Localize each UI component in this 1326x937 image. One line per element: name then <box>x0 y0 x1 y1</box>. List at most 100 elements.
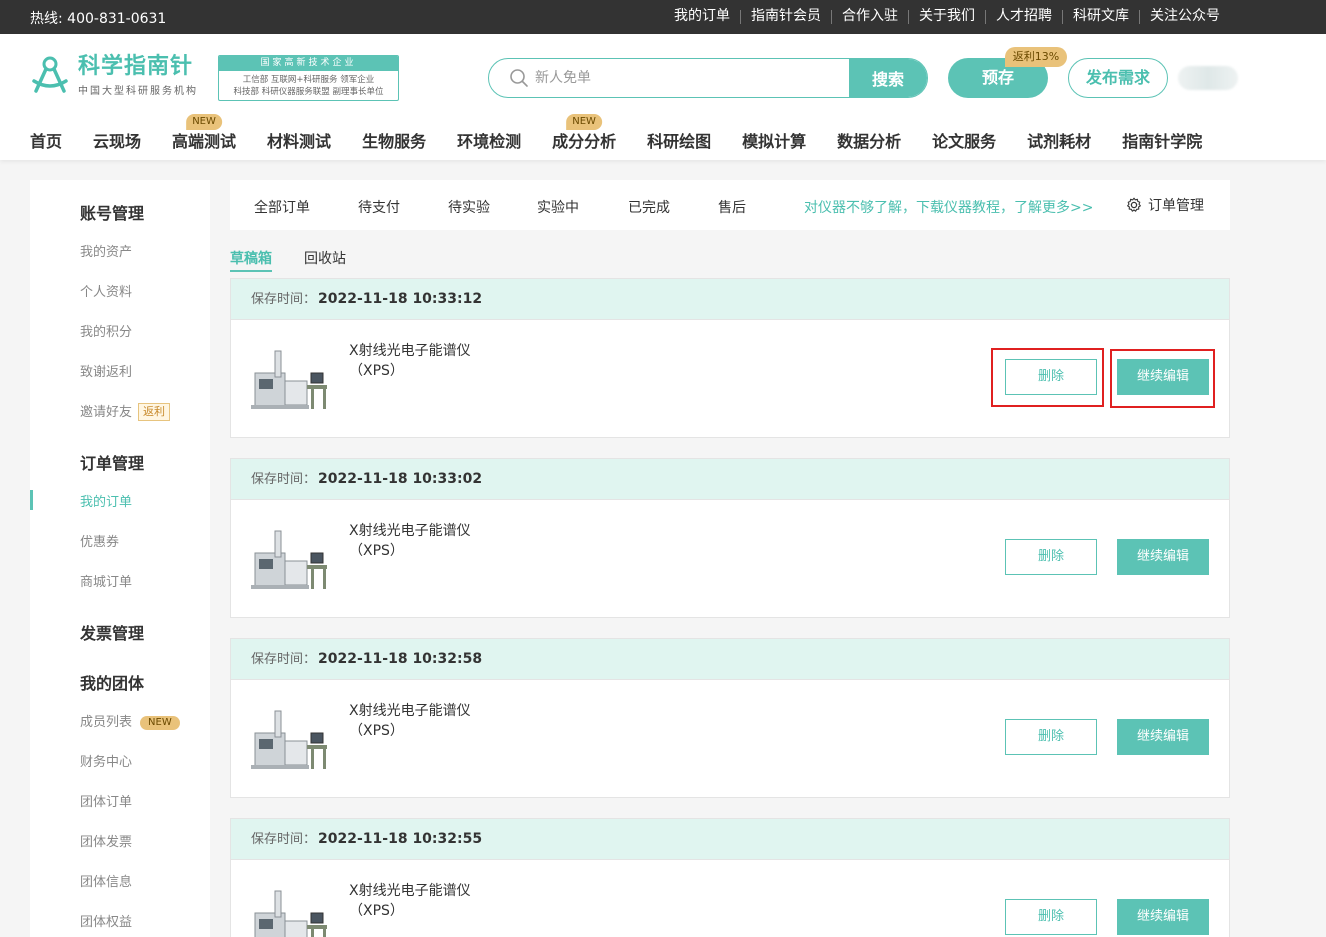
search-input[interactable] <box>535 59 835 97</box>
nav-bio-services[interactable]: 生物服务 <box>362 132 426 152</box>
nav-label: 论文服务 <box>932 132 997 151</box>
tab-after-sales[interactable]: 售后 <box>718 197 746 217</box>
product-name[interactable]: X射线光电子能谱仪 （XPS） <box>349 881 471 921</box>
card-header: 保存时间： 2022-11-18 10:33:12 <box>231 279 1229 320</box>
save-time-label: 保存时间： <box>251 292 317 307</box>
nav-environment[interactable]: 环境检测 <box>457 132 521 152</box>
nav-composition[interactable]: NEW 成分分析 <box>552 114 616 152</box>
nav-paper-services[interactable]: 论文服务 <box>932 132 996 152</box>
logo-main: 科学指南针 <box>78 54 194 79</box>
nav-label: 模拟计算 <box>742 132 807 151</box>
sidebar-item-team-rights[interactable]: 团体权益 <box>80 911 132 930</box>
save-time-label: 保存时间： <box>251 472 317 487</box>
header: 科学指南针 中国大型科研服务机构 国家高新技术企业 工信部 互联网+科研服务 领… <box>0 34 1326 160</box>
tab-all-orders[interactable]: 全部订单 <box>254 197 310 217</box>
logo-text[interactable]: 科学指南针 中国大型科研服务机构 <box>78 54 198 97</box>
continue-edit-button[interactable]: 继续编辑 <box>1117 899 1209 935</box>
instrument-image[interactable] <box>249 525 333 595</box>
top-link-follow[interactable]: 关注公众号 <box>1140 8 1230 25</box>
highlight-box-delete <box>991 348 1104 407</box>
order-management-label: 订单管理 <box>1148 198 1204 214</box>
nav-academy[interactable]: 指南针学院 <box>1122 132 1202 152</box>
nav-label: 材料测试 <box>267 132 332 151</box>
sidebar-item-assets[interactable]: 我的资产 <box>80 241 132 260</box>
nav-cloud-live[interactable]: 云现场 <box>93 132 141 152</box>
product-name[interactable]: X射线光电子能谱仪 （XPS） <box>349 521 471 561</box>
search-box: 搜索 <box>488 58 928 98</box>
save-time: 2022-11-18 10:32:58 <box>318 651 483 667</box>
order-tabs: 全部订单 待支付 待实验 实验中 已完成 售后 对仪器不够了解，下载仪器教程，了… <box>230 180 1230 230</box>
continue-edit-button[interactable]: 继续编辑 <box>1117 719 1209 755</box>
tab-pending-experiment[interactable]: 待实验 <box>448 197 490 217</box>
sidebar-item-team-orders[interactable]: 团体订单 <box>80 791 132 810</box>
subtab-recycle-bin[interactable]: 回收站 <box>304 248 346 268</box>
nav-label: 高端测试 <box>172 132 237 151</box>
user-avatar[interactable] <box>1178 66 1238 90</box>
tutorial-link[interactable]: 对仪器不够了解，下载仪器教程，了解更多>> <box>804 197 1093 217</box>
sidebar-item-team-info[interactable]: 团体信息 <box>80 871 132 890</box>
nav-data-analysis[interactable]: 数据分析 <box>837 132 901 152</box>
nav-label: 数据分析 <box>837 132 902 151</box>
nav-drawing[interactable]: 科研绘图 <box>647 132 711 152</box>
nav-reagents[interactable]: 试剂耗材 <box>1027 132 1091 152</box>
logo-sub: 中国大型科研服务机构 <box>78 86 198 97</box>
delete-button[interactable]: 删除 <box>1005 719 1097 755</box>
top-link-library[interactable]: 科研文库 <box>1063 8 1139 25</box>
tab-pending-payment[interactable]: 待支付 <box>358 197 400 217</box>
new-tag: NEW <box>140 716 180 730</box>
product-name[interactable]: X射线光电子能谱仪 （XPS） <box>349 341 471 381</box>
sidebar-item-invite[interactable]: 邀请好友 返利 <box>80 401 171 421</box>
badge-line-1: 工信部 互联网+科研服务 领军企业 <box>242 75 375 85</box>
sidebar-item-mall-orders[interactable]: 商城订单 <box>80 571 132 590</box>
card-header: 保存时间： 2022-11-18 10:32:58 <box>231 639 1229 680</box>
sidebar-item-finance[interactable]: 财务中心 <box>80 751 132 770</box>
order-management-button[interactable]: 订单管理 <box>1126 195 1204 215</box>
instrument-image[interactable] <box>249 705 333 775</box>
product-name[interactable]: X射线光电子能谱仪 （XPS） <box>349 701 471 741</box>
continue-edit-button[interactable]: 继续编辑 <box>1117 539 1209 575</box>
product-code: （XPS） <box>349 723 404 739</box>
tab-completed[interactable]: 已完成 <box>628 197 670 217</box>
instrument-image[interactable] <box>249 345 333 415</box>
delete-button[interactable]: 删除 <box>1005 899 1097 935</box>
nav-high-end-testing[interactable]: NEW 高端测试 <box>172 114 237 152</box>
instrument-image[interactable] <box>249 885 333 937</box>
badge-line-2: 科技部 科研仪器服务联盟 副理事长单位 <box>233 87 384 97</box>
nav-label: 指南针学院 <box>1122 132 1203 151</box>
product-code: （XPS） <box>349 543 404 559</box>
sidebar-item-my-orders[interactable]: 我的订单 <box>80 491 132 510</box>
card-header: 保存时间： 2022-11-18 10:33:02 <box>231 459 1229 500</box>
top-link-partner[interactable]: 合作入驻 <box>832 8 908 25</box>
nav-simulation[interactable]: 模拟计算 <box>742 132 806 152</box>
top-link-my-orders[interactable]: 我的订单 <box>664 8 740 25</box>
subtab-drafts[interactable]: 草稿箱 <box>230 248 272 268</box>
sidebar-item-members[interactable]: 成员列表 NEW <box>80 711 180 730</box>
sidebar-item-coupons[interactable]: 优惠券 <box>80 531 119 550</box>
save-time: 2022-11-18 10:33:02 <box>318 471 483 487</box>
delete-button[interactable]: 删除 <box>1005 539 1097 575</box>
top-link-jobs[interactable]: 人才招聘 <box>986 8 1062 25</box>
tab-in-experiment[interactable]: 实验中 <box>537 197 579 217</box>
main-nav: 首页 云现场 NEW 高端测试 材料测试 生物服务 环境检测 NEW 成分分析 科研… <box>30 114 1233 152</box>
sidebar-item-points[interactable]: 我的积分 <box>80 321 132 340</box>
top-link-membership[interactable]: 指南针会员 <box>741 8 831 25</box>
search-button[interactable]: 搜索 <box>849 59 927 97</box>
nav-label: 试剂耗材 <box>1027 132 1092 151</box>
product-title: X射线光电子能谱仪 <box>349 703 471 719</box>
nav-label: 科研绘图 <box>647 132 712 151</box>
nav-home[interactable]: 首页 <box>30 132 62 152</box>
sidebar-title-account: 账号管理 <box>80 204 145 223</box>
publish-demand-button[interactable]: 发布需求 <box>1068 58 1168 98</box>
compass-logo-icon[interactable] <box>30 55 70 95</box>
sidebar-item-profile[interactable]: 个人资料 <box>80 281 132 300</box>
sidebar-title-invoice[interactable]: 发票管理 <box>80 620 144 644</box>
save-time-label: 保存时间： <box>251 832 317 847</box>
top-link-about[interactable]: 关于我们 <box>909 8 985 25</box>
badge-title: 国家高新技术企业 <box>219 56 398 71</box>
nav-label: 生物服务 <box>362 132 427 151</box>
product-title: X射线光电子能谱仪 <box>349 523 471 539</box>
nav-material-testing[interactable]: 材料测试 <box>267 132 331 152</box>
product-code: （XPS） <box>349 903 404 919</box>
sidebar-item-rebate[interactable]: 致谢返利 <box>80 361 132 380</box>
sidebar-item-team-invoice[interactable]: 团体发票 <box>80 831 132 850</box>
